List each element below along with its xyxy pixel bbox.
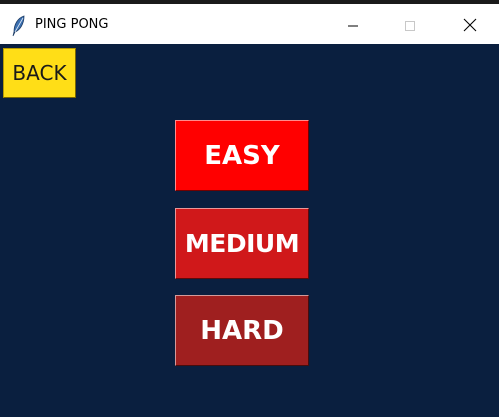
maximize-icon <box>404 17 416 36</box>
game-menu-canvas: BACK EASY MEDIUM HARD <box>0 44 499 417</box>
title-bar[interactable]: PING PONG <box>0 8 499 44</box>
hard-button[interactable]: HARD <box>175 295 309 366</box>
maximize-button[interactable] <box>387 8 433 44</box>
back-button[interactable]: BACK <box>3 48 76 98</box>
app-window: PING PONG BACK EASY MEDIUM HARD <box>0 0 499 417</box>
easy-button[interactable]: EASY <box>175 120 309 191</box>
close-button[interactable] <box>447 8 493 44</box>
window-title: PING PONG <box>35 17 109 32</box>
minimize-button[interactable] <box>330 8 376 44</box>
feather-icon <box>11 15 27 37</box>
medium-button[interactable]: MEDIUM <box>175 208 309 279</box>
close-icon <box>463 17 477 36</box>
minimize-icon <box>347 17 359 36</box>
